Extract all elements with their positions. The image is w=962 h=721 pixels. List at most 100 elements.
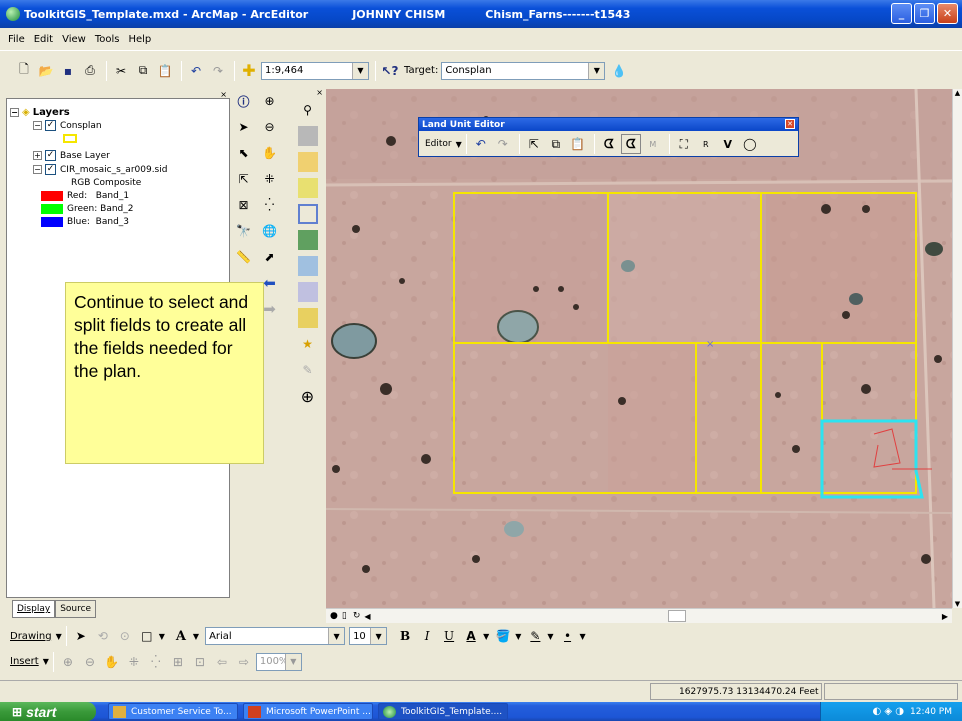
zoom-whole-page-icon[interactable]: ⊙ — [115, 626, 135, 646]
actual-size-icon[interactable]: ⊡ — [190, 652, 210, 672]
redo-icon[interactable]: ↷ — [208, 61, 228, 81]
chevron-down-icon[interactable]: ▼ — [547, 632, 553, 641]
rotate-icon[interactable]: ⟲ — [93, 626, 113, 646]
minimize-icon[interactable]: _ — [891, 3, 912, 24]
back-extent-icon[interactable]: ⇦ — [212, 652, 232, 672]
line-color-icon[interactable]: ✎ — [525, 626, 545, 646]
edit-tool-icon[interactable]: ⇱ — [524, 134, 544, 154]
target-combo[interactable]: Consplan ▼ — [441, 61, 606, 80]
toc-root[interactable]: − ◈ Layers — [10, 107, 70, 118]
marker-color-icon[interactable]: • — [558, 626, 578, 646]
zoom-percent-combo[interactable]: 100% ▼ — [255, 652, 302, 671]
fixed-zoom-in-page-icon[interactable]: ⁜ — [124, 652, 144, 672]
copy-icon[interactable]: ⧉ — [546, 134, 566, 154]
new-document-icon[interactable]: 🗋 — [14, 61, 34, 81]
collapse-icon[interactable]: − — [10, 108, 19, 117]
tool-icon-5[interactable] — [297, 230, 318, 250]
menu-view[interactable]: View — [62, 34, 86, 45]
scroll-left-icon[interactable]: ◀ — [364, 612, 370, 621]
cut-icon[interactable]: ✂ — [111, 61, 131, 81]
toc-layer-cir[interactable]: − ✓ CIR_mosaic_s_ar009.sid — [33, 164, 167, 175]
rectangle-icon[interactable]: □ — [137, 626, 157, 646]
menu-file[interactable]: File — [8, 34, 25, 45]
tab-display[interactable]: Display — [12, 600, 56, 618]
tool-icon-3[interactable] — [297, 178, 318, 198]
paste-icon[interactable]: 📋 — [155, 61, 175, 81]
editor-menu-button[interactable]: Editor ▼ — [425, 139, 462, 149]
attribute-icon[interactable]: ⛶ — [674, 134, 694, 154]
fixed-zoom-out-icon[interactable]: ⁛ — [260, 195, 280, 215]
close-icon[interactable]: × — [220, 90, 227, 99]
fill-color-icon[interactable]: 🪣 — [493, 626, 513, 646]
letter-r-icon[interactable]: R — [696, 134, 716, 154]
menu-tools[interactable]: Tools — [95, 34, 120, 45]
font-color-icon[interactable]: A — [461, 626, 481, 646]
task-toolkitgis[interactable]: ToolkitGIS_Template.... — [378, 703, 508, 720]
chevron-down-icon[interactable]: ▼ — [580, 632, 586, 641]
insert-menu-button[interactable]: Insert ▼ — [10, 656, 49, 667]
tab-source[interactable]: Source — [55, 600, 97, 618]
data-view-icon[interactable]: ● — [330, 611, 338, 621]
letter-m-icon[interactable]: M — [643, 134, 663, 154]
text-tool-icon[interactable]: A — [171, 626, 191, 646]
fixed-zoom-out-page-icon[interactable]: ⁛ — [146, 652, 166, 672]
map-vertical-scrollbar[interactable]: ▲ ▼ — [952, 89, 962, 608]
print-icon[interactable]: ⎙ — [80, 61, 100, 81]
measure-icon[interactable]: 📏 — [234, 247, 254, 267]
chevron-down-icon[interactable]: ▼ — [352, 62, 368, 79]
zoom-in-icon[interactable]: ⊕ — [260, 91, 280, 111]
drawing-menu-button[interactable]: Drawing ▼ — [10, 631, 62, 642]
chevron-down-icon[interactable]: ▼ — [193, 632, 199, 641]
restore-icon[interactable]: ❐ — [914, 3, 935, 24]
forward-arrow-icon[interactable]: ➡ — [260, 299, 280, 319]
start-button[interactable]: ⊞ start — [0, 702, 96, 721]
chevron-down-icon[interactable]: ▼ — [159, 632, 165, 641]
scroll-right-icon[interactable]: ▶ — [942, 612, 948, 621]
chevron-down-icon[interactable]: ▼ — [284, 653, 301, 670]
toc-layer-base[interactable]: + ✓ Base Layer — [33, 150, 110, 161]
crosshair-icon[interactable]: ⊕ — [298, 386, 318, 406]
pencil-icon[interactable]: ✎ — [298, 360, 318, 380]
task-powerpoint[interactable]: Microsoft PowerPoint ... — [243, 703, 373, 720]
scroll-up-icon[interactable]: ▲ — [953, 89, 962, 97]
underline-icon[interactable]: U — [439, 626, 459, 646]
select-features-icon[interactable]: ⬉ — [234, 143, 254, 163]
toc-layer-consplan[interactable]: − ✓ Consplan — [33, 120, 102, 131]
close-icon[interactable]: ✕ — [785, 119, 795, 129]
layout-view-icon[interactable]: ▯ — [342, 611, 347, 621]
chevron-down-icon[interactable]: ▼ — [515, 632, 521, 641]
map-view[interactable]: × — [326, 89, 952, 608]
close-icon[interactable]: × — [316, 88, 323, 97]
forward-extent-icon[interactable]: ⇨ — [234, 652, 254, 672]
letter-v-icon[interactable]: V — [718, 134, 738, 154]
find-binoculars-icon[interactable]: 🔭 — [234, 221, 254, 241]
grid-icon[interactable] — [297, 308, 318, 328]
collapse-icon[interactable]: − — [33, 121, 42, 130]
layer-checkbox[interactable]: ✓ — [45, 150, 56, 161]
chevron-down-icon[interactable]: ▼ — [588, 62, 605, 79]
save-icon[interactable]: ▪ — [58, 61, 78, 81]
clear-selection-icon[interactable]: ⊠ — [234, 195, 254, 215]
tool-icon-1[interactable] — [297, 126, 318, 146]
zoom-in-page-icon[interactable]: ⊕ — [58, 652, 78, 672]
tool-icon-6[interactable] — [297, 256, 318, 276]
chevron-down-icon[interactable]: ▼ — [483, 632, 489, 641]
pan-hand-icon[interactable]: ✋ — [260, 143, 280, 163]
menu-edit[interactable]: Edit — [34, 34, 53, 45]
add-data-icon[interactable]: ✚ — [239, 61, 259, 81]
expand-icon[interactable]: + — [33, 151, 42, 160]
refresh-icon[interactable]: ↻ — [353, 611, 361, 621]
full-extent-globe-icon[interactable]: 🌐 — [260, 221, 280, 241]
chevron-down-icon[interactable]: ▼ — [370, 628, 387, 644]
font-combo[interactable]: Arial ▼ — [205, 627, 346, 645]
redo-icon[interactable]: ↷ — [493, 134, 513, 154]
zoom-out-icon[interactable]: ⊖ — [260, 117, 280, 137]
zoom-out-page-icon[interactable]: ⊖ — [80, 652, 100, 672]
layer-checkbox[interactable]: ✓ — [45, 120, 56, 131]
tray-icons[interactable]: ◐ ◈ ◑ — [873, 706, 905, 717]
horizontal-scroll-thumb[interactable] — [668, 610, 686, 622]
undo-icon[interactable]: ↶ — [186, 61, 206, 81]
copy-icon[interactable]: ⧉ — [133, 61, 153, 81]
map-scale-combo[interactable]: 1:9,464 ▼ — [261, 61, 369, 80]
search-icon[interactable]: ⚲ — [298, 100, 318, 120]
